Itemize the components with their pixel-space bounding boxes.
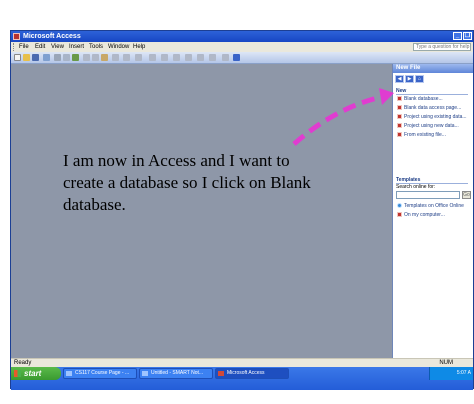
minimize-button[interactable]: _ — [453, 32, 462, 40]
search-online-label: Search online for: — [396, 184, 436, 190]
relationships-icon[interactable] — [185, 54, 192, 61]
menu-window[interactable]: Window — [108, 42, 129, 52]
window-title: Microsoft Access — [23, 33, 81, 40]
title-bar: Microsoft Access _ ❐ — [11, 31, 473, 42]
microsoft-access-help-icon[interactable] — [222, 54, 229, 61]
database-window-icon[interactable] — [209, 54, 216, 61]
spelling-icon[interactable] — [72, 54, 79, 61]
taskbar: start CS117 Course Page - ... Untitled -… — [11, 367, 473, 390]
templates-search-input[interactable] — [396, 191, 460, 199]
analyze-icon[interactable] — [135, 54, 142, 61]
toolbar-options-icon[interactable] — [233, 54, 240, 61]
menu-view[interactable]: View — [51, 42, 64, 52]
print-icon[interactable] — [54, 54, 61, 61]
project-icon — [397, 114, 402, 120]
undo-icon[interactable] — [112, 54, 119, 61]
menu-grip — [13, 43, 16, 51]
access-icon — [218, 371, 224, 376]
back-arrow-icon[interactable]: ◀ — [395, 75, 404, 83]
windows-flag-icon — [14, 370, 21, 377]
menu-help[interactable]: Help — [133, 42, 145, 52]
copy-icon[interactable] — [92, 54, 99, 61]
open-folder-icon[interactable] — [23, 54, 30, 61]
print-preview-icon[interactable] — [63, 54, 70, 61]
task-pane-title: New File — [393, 64, 473, 73]
blank-data-access-page-link[interactable]: Blank data access page... — [397, 105, 461, 112]
instruction-callout: I am now in Access and I want to create … — [63, 151, 311, 214]
globe-icon — [397, 203, 402, 209]
new-object-icon[interactable] — [197, 54, 204, 61]
paste-icon[interactable] — [101, 54, 108, 61]
templates-office-online-link[interactable]: Templates on Office Online — [397, 203, 464, 210]
data-access-page-icon — [397, 105, 402, 111]
taskbar-item-course-page[interactable]: CS117 Course Page - ... — [63, 368, 137, 379]
system-tray: 5:07 A — [429, 367, 473, 380]
help-search-input[interactable]: Type a question for help — [413, 43, 471, 51]
start-button[interactable]: start — [11, 367, 61, 380]
standard-toolbar — [11, 52, 473, 64]
home-icon[interactable]: ⌂ — [415, 75, 424, 83]
code-icon[interactable] — [149, 54, 156, 61]
status-bar: Ready NUM — [11, 358, 473, 367]
file-search-icon[interactable] — [43, 54, 50, 61]
maximize-button[interactable]: ❐ — [463, 32, 472, 40]
task-pane-nav: ◀ ▶ ⌂ — [395, 75, 425, 83]
project-new-data-link[interactable]: Project using new data... — [397, 123, 459, 130]
script-icon[interactable] — [161, 54, 168, 61]
menu-insert[interactable]: Insert — [69, 42, 84, 52]
from-existing-file-link[interactable]: From existing file... — [397, 132, 446, 139]
menu-file[interactable]: File — [19, 42, 29, 52]
save-icon[interactable] — [32, 54, 39, 61]
forward-arrow-icon[interactable]: ▶ — [405, 75, 414, 83]
menu-bar: File Edit View Insert Tools Window Help … — [11, 42, 473, 52]
menu-edit[interactable]: Edit — [35, 42, 45, 52]
clock: 5:07 A — [456, 370, 471, 376]
cut-icon[interactable] — [83, 54, 90, 61]
go-button[interactable]: Go — [462, 191, 471, 199]
notebook-icon — [142, 371, 148, 376]
access-app-icon — [13, 33, 20, 40]
office-links-icon[interactable] — [123, 54, 130, 61]
taskbar-item-access[interactable]: Microsoft Access — [215, 368, 289, 379]
new-section-divider — [396, 94, 468, 95]
project-existing-data-link[interactable]: Project using existing data... — [397, 114, 467, 121]
on-my-computer-link[interactable]: On my computer... — [397, 212, 445, 219]
browser-icon — [66, 371, 72, 376]
new-icon[interactable] — [14, 54, 21, 61]
new-file-task-pane: New File ◀ ▶ ⌂ New Blank database... Blank… — [392, 64, 473, 358]
properties-icon[interactable] — [173, 54, 180, 61]
templates-icon — [397, 212, 402, 218]
menu-tools[interactable]: Tools — [89, 42, 103, 52]
project-icon — [397, 123, 402, 129]
taskbar-item-smart-notebook[interactable]: Untitled - SMART Not... — [139, 368, 213, 379]
database-icon — [397, 96, 402, 102]
blank-database-link[interactable]: Blank database... — [397, 96, 443, 103]
file-icon — [397, 132, 402, 138]
